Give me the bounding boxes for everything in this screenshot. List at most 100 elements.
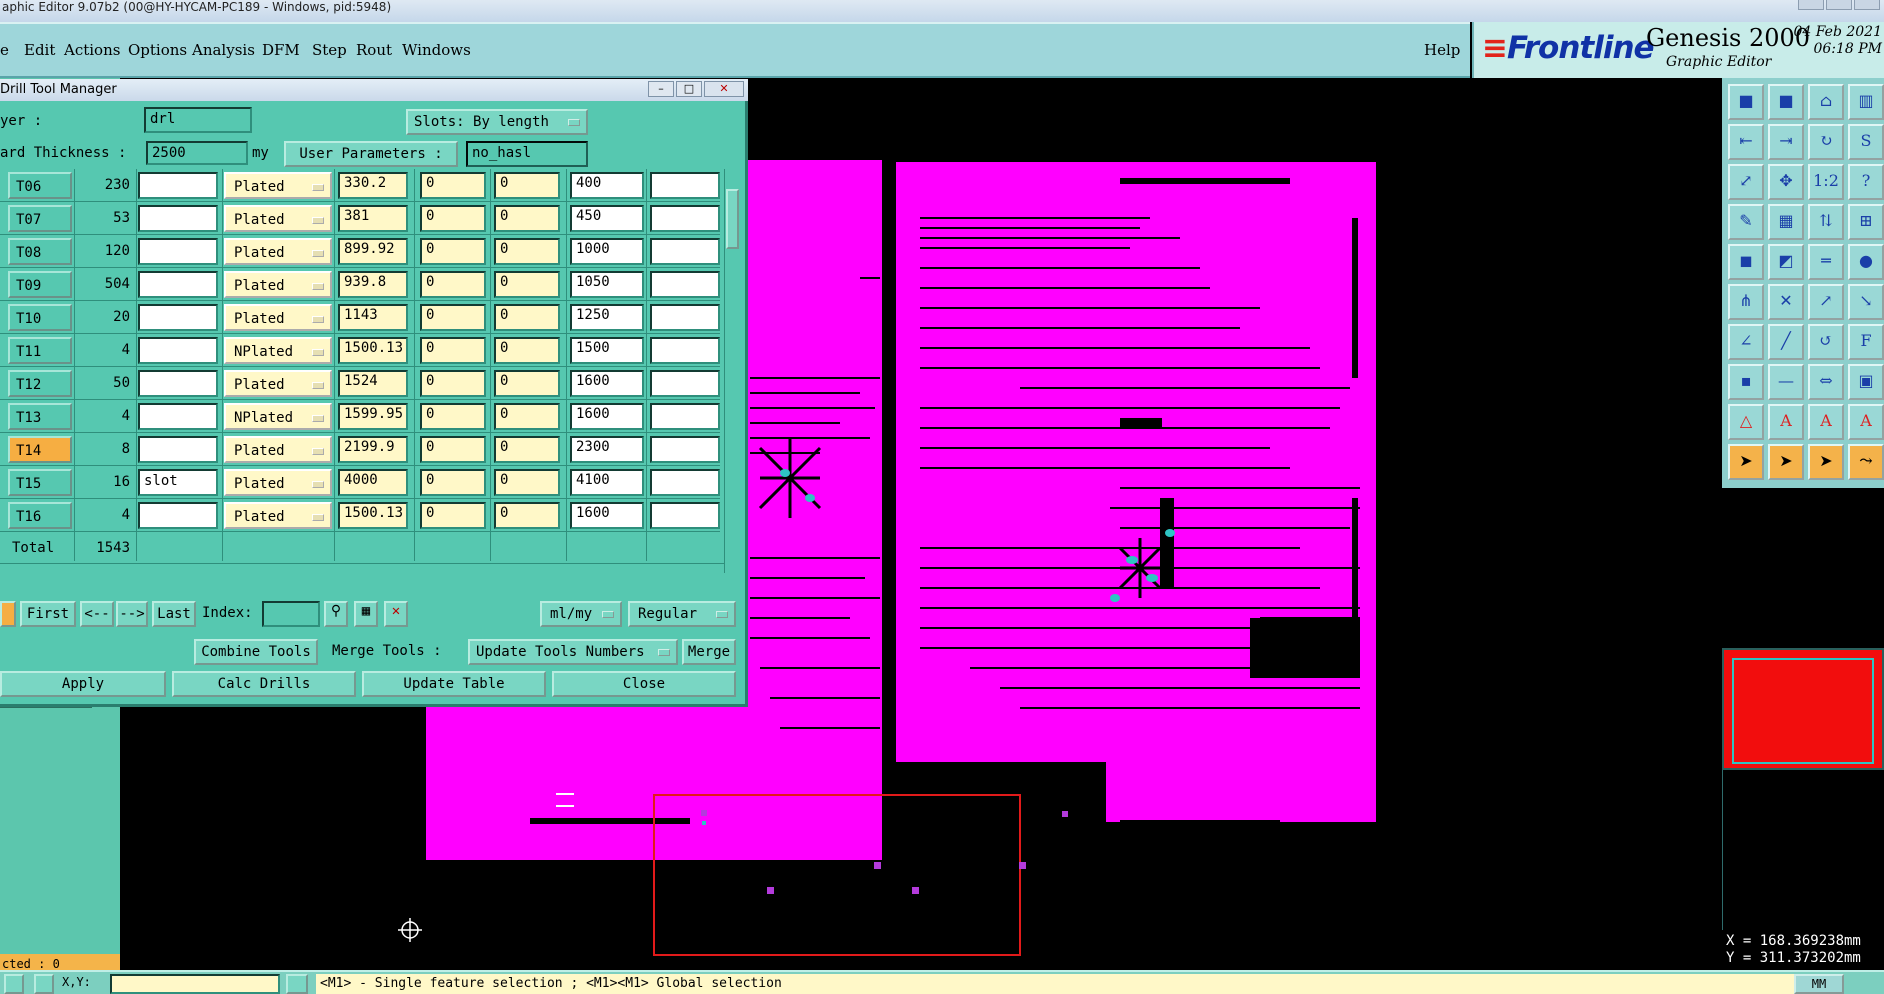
tool-p2-field[interactable]: 0 <box>494 271 560 298</box>
layout-icon[interactable]: ▥ <box>1848 84 1884 120</box>
tool-fin-field[interactable]: 450 <box>570 205 644 232</box>
tool-p2-field[interactable]: 0 <box>494 469 560 496</box>
tool-p2-field[interactable]: 0 <box>494 238 560 265</box>
pointer-alt-icon[interactable]: ➤ <box>1768 444 1804 480</box>
combine-tools-button[interactable]: Combine Tools <box>194 639 318 665</box>
menu-step[interactable]: Step <box>312 41 347 59</box>
menu-rout[interactable]: Rout <box>356 41 392 59</box>
move-right-icon[interactable]: ⇥ <box>1768 124 1804 160</box>
index-filter-icon[interactable]: ▦ <box>354 601 378 627</box>
connect-icon[interactable]: ⋔ <box>1728 284 1764 320</box>
index-field[interactable] <box>262 601 320 627</box>
update-tools-numbers-combo[interactable]: Update Tools Numbers <box>468 639 678 665</box>
text-icon[interactable]: F <box>1848 324 1884 360</box>
tool-extra-field[interactable] <box>650 436 720 463</box>
board-thickness-field[interactable]: 2500 <box>146 141 248 165</box>
tool-type-combo[interactable]: Plated <box>224 469 332 496</box>
tool-type-combo[interactable]: NPlated <box>224 337 332 364</box>
tool-p1-field[interactable]: 0 <box>420 172 486 199</box>
slots-combo[interactable]: Slots: By length <box>406 109 588 135</box>
tool-fin-field[interactable]: 1000 <box>570 238 644 265</box>
tool-type-combo[interactable]: Plated <box>224 271 332 298</box>
last-button[interactable]: Last <box>152 601 196 627</box>
tool-fin-field[interactable]: 1050 <box>570 271 644 298</box>
tool-size-field[interactable]: 1524 <box>338 370 408 397</box>
tool-size-field[interactable]: 1143 <box>338 304 408 331</box>
tool-fin-field[interactable]: 2300 <box>570 436 644 463</box>
help-icon[interactable]: ? <box>1848 164 1884 200</box>
move-left-icon[interactable]: ⇤ <box>1728 124 1764 160</box>
tool-note-field[interactable] <box>138 337 218 364</box>
vertical-scrollbar[interactable] <box>724 169 740 573</box>
close-window-button[interactable] <box>1854 0 1880 10</box>
maximize-button[interactable] <box>1826 0 1852 10</box>
home-icon[interactable]: ⌂ <box>1808 84 1844 120</box>
tool-size-field[interactable]: 1599.95 <box>338 403 408 430</box>
pointer-b-icon[interactable]: ➤ <box>1808 444 1844 480</box>
minimize-button[interactable] <box>1798 0 1824 10</box>
tool-size-field[interactable]: 899.92 <box>338 238 408 265</box>
grid-icon[interactable]: ▦ <box>1768 204 1804 240</box>
tool-p1-field[interactable]: 0 <box>420 337 486 364</box>
tool-p1-field[interactable]: 0 <box>420 238 486 265</box>
pause-icon[interactable] <box>286 974 308 994</box>
table-row[interactable]: T11 4 NPlated 1500.13 0 0 1500 <box>0 334 720 367</box>
save-icon[interactable]: ■ <box>1728 84 1764 120</box>
tool-size-field[interactable]: 2199.9 <box>338 436 408 463</box>
close-button[interactable]: Close <box>552 671 736 697</box>
angle-icon[interactable]: ╱ <box>1768 324 1804 360</box>
tool-p2-field[interactable]: 0 <box>494 436 560 463</box>
tool-id[interactable]: T06 <box>8 172 72 199</box>
tool-extra-field[interactable] <box>650 337 720 364</box>
tool-p1-field[interactable]: 0 <box>420 370 486 397</box>
tool-size-field[interactable]: 1500.13 <box>338 337 408 364</box>
index-search-icon[interactable]: ⚲ <box>324 601 348 627</box>
layer-field[interactable]: drl <box>144 107 252 133</box>
net-icon[interactable]: ⊞ <box>1848 204 1884 240</box>
tool-p2-field[interactable]: 0 <box>494 172 560 199</box>
tool-p2-field[interactable]: 0 <box>494 337 560 364</box>
pointer-c-icon[interactable]: ⤳ <box>1848 444 1884 480</box>
mode-combo[interactable]: Regular <box>628 601 736 627</box>
tool-note-field[interactable] <box>138 205 218 232</box>
tool-id[interactable]: T09 <box>8 271 72 298</box>
tool-p2-field[interactable]: 0 <box>494 403 560 430</box>
tool-p1-field[interactable]: 0 <box>420 502 486 529</box>
circle-icon[interactable]: ● <box>1848 244 1884 280</box>
scale-icon[interactable]: 1:2 <box>1808 164 1844 200</box>
tool-note-field[interactable]: slot <box>138 469 218 496</box>
tool-fin-field[interactable]: 1500 <box>570 337 644 364</box>
update-table-button[interactable]: Update Table <box>362 671 546 697</box>
triangle-a-icon[interactable]: A <box>1768 404 1804 440</box>
horizontal-scrollbar[interactable] <box>0 563 724 575</box>
tool-p2-field[interactable]: 0 <box>494 502 560 529</box>
menu-dfm[interactable]: DFM <box>262 41 300 59</box>
tool-fin-field[interactable]: 1600 <box>570 403 644 430</box>
tool-p1-field[interactable]: 0 <box>420 304 486 331</box>
dialog-minimize-button[interactable]: – <box>648 81 674 97</box>
swap-icon[interactable]: ↻ <box>1808 124 1844 160</box>
dialog-maximize-button[interactable]: □ <box>676 81 702 97</box>
tool-type-combo[interactable]: Plated <box>224 172 332 199</box>
pad-pair-icon[interactable]: ▪ <box>1728 364 1764 400</box>
tool-type-combo[interactable]: Plated <box>224 370 332 397</box>
tool-note-field[interactable] <box>138 304 218 331</box>
overview-window[interactable] <box>1722 648 1884 770</box>
tool-note-field[interactable] <box>138 271 218 298</box>
menu-analysis[interactable]: Analysis <box>192 41 255 59</box>
table-row[interactable]: T09 504 Plated 939.8 0 0 1050 <box>0 268 720 301</box>
tool-extra-field[interactable] <box>650 304 720 331</box>
merge-button[interactable]: Merge <box>682 639 736 665</box>
tool-p1-field[interactable]: 0 <box>420 205 486 232</box>
tool-fin-field[interactable]: 4100 <box>570 469 644 496</box>
tool-id[interactable]: T14 <box>8 436 72 463</box>
table-row[interactable]: T14 8 Plated 2199.9 0 0 2300 <box>0 433 720 466</box>
tool-extra-field[interactable] <box>650 469 720 496</box>
tool-p2-field[interactable]: 0 <box>494 370 560 397</box>
triangle-c-icon[interactable]: A <box>1848 404 1884 440</box>
menu-options[interactable]: Options <box>128 41 187 59</box>
menu-edit[interactable]: Edit <box>24 41 55 59</box>
menu-file[interactable]: e <box>0 41 9 59</box>
menu-windows[interactable]: Windows <box>402 41 471 59</box>
dialog-close-x-button[interactable]: ✕ <box>704 81 744 97</box>
